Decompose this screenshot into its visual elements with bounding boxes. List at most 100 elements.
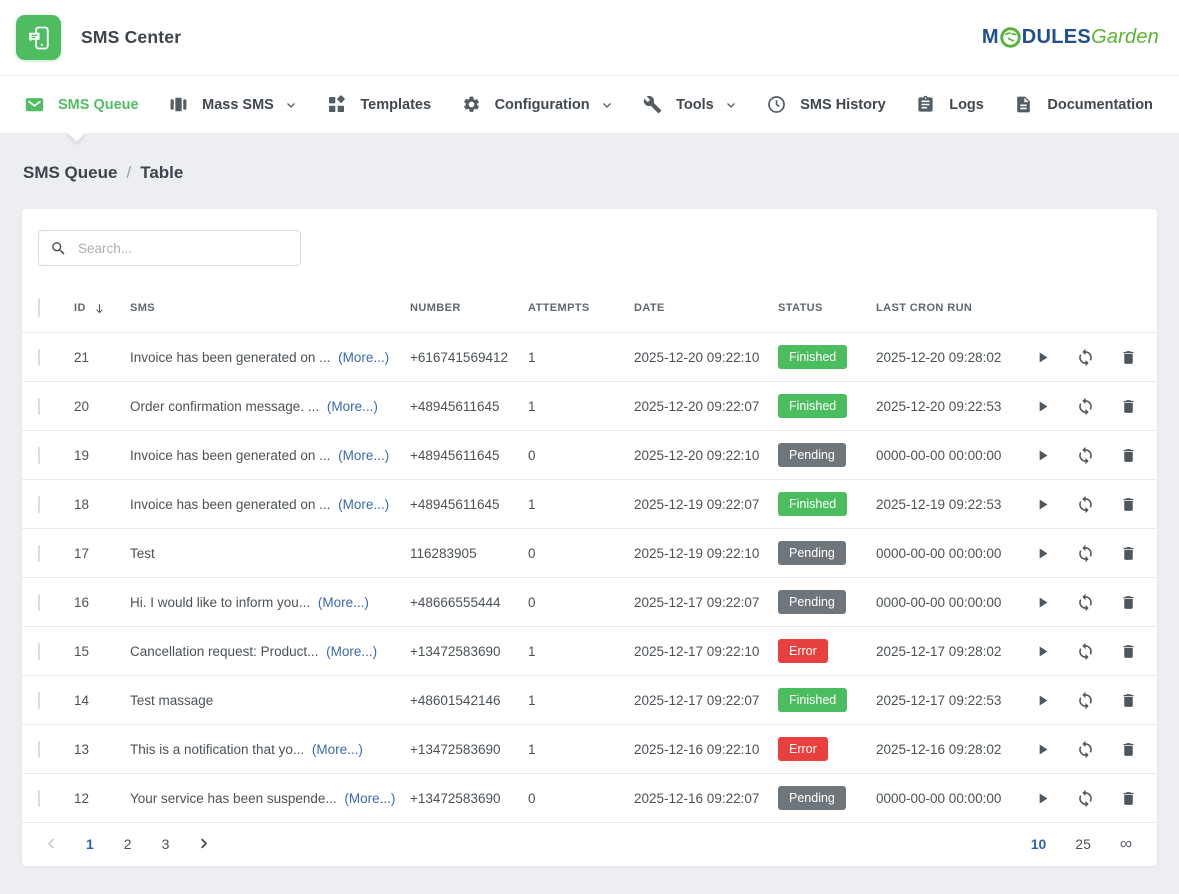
- run-button[interactable]: [1034, 349, 1051, 366]
- delete-button[interactable]: [1120, 790, 1137, 807]
- row-checkbox[interactable]: [38, 447, 40, 464]
- resend-button[interactable]: [1076, 544, 1095, 563]
- delete-button[interactable]: [1120, 692, 1137, 709]
- delete-button[interactable]: [1120, 447, 1137, 464]
- delete-button[interactable]: [1120, 741, 1137, 758]
- row-checkbox[interactable]: [38, 692, 40, 709]
- row-checkbox[interactable]: [38, 545, 40, 562]
- nav-item-configuration[interactable]: Configuration: [462, 95, 613, 114]
- resend-button[interactable]: [1076, 691, 1095, 710]
- status-badge: Finished: [778, 394, 847, 418]
- resend-button[interactable]: [1076, 348, 1095, 367]
- more-link[interactable]: (More...): [314, 595, 369, 610]
- resend-button[interactable]: [1076, 593, 1095, 612]
- run-button[interactable]: [1034, 594, 1051, 611]
- attempts-cell: 0: [528, 791, 634, 806]
- nav-item-tools[interactable]: Tools: [643, 95, 737, 114]
- row-id: 19: [74, 448, 130, 463]
- search-input[interactable]: [78, 241, 290, 256]
- number-cell: +13472583690: [410, 742, 528, 757]
- run-button[interactable]: [1034, 643, 1051, 660]
- column-header-id[interactable]: ID: [74, 302, 130, 315]
- page-number-1[interactable]: 1: [83, 836, 97, 852]
- column-header-sms[interactable]: SMS: [130, 302, 410, 314]
- more-link[interactable]: (More...): [341, 791, 396, 806]
- date-cell: 2025-12-20 09:22:10: [634, 350, 778, 365]
- column-header-attempts[interactable]: ATTEMPTS: [528, 302, 634, 314]
- date-cell: 2025-12-17 09:22:07: [634, 595, 778, 610]
- sms-center-app-icon: [16, 15, 61, 60]
- app-header: SMS Center M DULES Garden: [0, 0, 1179, 76]
- wrench-icon: [643, 95, 662, 114]
- number-cell: +13472583690: [410, 644, 528, 659]
- select-all-checkbox[interactable]: [38, 298, 40, 317]
- more-link[interactable]: (More...): [323, 399, 378, 414]
- resend-button[interactable]: [1076, 740, 1095, 759]
- delete-button[interactable]: [1120, 349, 1137, 366]
- row-checkbox[interactable]: [38, 496, 40, 513]
- page-size-25[interactable]: 25: [1075, 836, 1091, 852]
- nav-item-templates[interactable]: Templates: [327, 95, 431, 114]
- resend-button[interactable]: [1076, 397, 1095, 416]
- run-button[interactable]: [1034, 741, 1051, 758]
- resend-button[interactable]: [1076, 495, 1095, 514]
- envelope-icon: [25, 95, 44, 114]
- breadcrumb-section[interactable]: SMS Queue: [23, 163, 117, 182]
- row-id: 16: [74, 595, 130, 610]
- next-page-icon[interactable]: [196, 836, 211, 851]
- column-header-status[interactable]: STATUS: [778, 302, 876, 314]
- sort-desc-icon: [93, 302, 106, 315]
- column-header-last-cron-run[interactable]: LAST CRON RUN: [876, 302, 1034, 314]
- date-cell: 2025-12-16 09:22:10: [634, 742, 778, 757]
- run-button[interactable]: [1034, 496, 1051, 513]
- resend-button[interactable]: [1076, 642, 1095, 661]
- more-link[interactable]: (More...): [334, 448, 389, 463]
- row-checkbox[interactable]: [38, 398, 40, 415]
- run-button[interactable]: [1034, 692, 1051, 709]
- delete-button[interactable]: [1120, 545, 1137, 562]
- row-checkbox[interactable]: [38, 349, 40, 366]
- page-size-all[interactable]: ∞: [1120, 834, 1132, 854]
- page-number-2[interactable]: 2: [121, 836, 135, 852]
- run-button[interactable]: [1034, 545, 1051, 562]
- column-header-date[interactable]: DATE: [634, 302, 778, 314]
- sms-text: This is a notification that yo...: [130, 742, 304, 757]
- prev-page-icon[interactable]: [44, 836, 59, 851]
- run-button[interactable]: [1034, 790, 1051, 807]
- cron-cell: 0000-00-00 00:00:00: [876, 546, 1034, 561]
- nav-item-logs[interactable]: Logs: [916, 95, 984, 114]
- more-link[interactable]: (More...): [334, 350, 389, 365]
- more-link[interactable]: (More...): [322, 644, 377, 659]
- run-button[interactable]: [1034, 398, 1051, 415]
- row-checkbox[interactable]: [38, 741, 40, 758]
- resend-button[interactable]: [1076, 789, 1095, 808]
- column-header-number[interactable]: NUMBER: [410, 302, 528, 314]
- delete-button[interactable]: [1120, 643, 1137, 660]
- more-link[interactable]: (More...): [308, 742, 363, 757]
- table-row: 14 Test massage +48601542146 1 2025-12-1…: [22, 675, 1157, 724]
- row-checkbox[interactable]: [38, 643, 40, 660]
- nav-item-documentation[interactable]: Documentation: [1014, 95, 1153, 114]
- more-link[interactable]: (More...): [334, 497, 389, 512]
- nav-item-sms-history[interactable]: SMS History: [767, 95, 885, 114]
- row-checkbox[interactable]: [38, 594, 40, 611]
- main-nav: SMS Queue Mass SMS Templates Configurati…: [0, 76, 1179, 133]
- attempts-cell: 0: [528, 448, 634, 463]
- cron-cell: 2025-12-19 09:22:53: [876, 497, 1034, 512]
- page-size-10[interactable]: 10: [1031, 836, 1047, 852]
- number-cell: 116283905: [410, 546, 528, 561]
- delete-button[interactable]: [1120, 398, 1137, 415]
- delete-button[interactable]: [1120, 594, 1137, 611]
- nav-item-mass-sms[interactable]: Mass SMS: [169, 95, 297, 114]
- page-number-3[interactable]: 3: [159, 836, 173, 852]
- cron-cell: 2025-12-17 09:22:53: [876, 693, 1034, 708]
- row-checkbox[interactable]: [38, 790, 40, 807]
- delete-button[interactable]: [1120, 496, 1137, 513]
- sms-text: Hi. I would like to inform you...: [130, 595, 310, 610]
- cron-cell: 0000-00-00 00:00:00: [876, 595, 1034, 610]
- run-button[interactable]: [1034, 447, 1051, 464]
- cron-cell: 0000-00-00 00:00:00: [876, 791, 1034, 806]
- resend-button[interactable]: [1076, 446, 1095, 465]
- nav-item-sms-queue[interactable]: SMS Queue: [25, 95, 139, 114]
- sms-cell: Invoice has been generated on ... (More.…: [130, 497, 410, 512]
